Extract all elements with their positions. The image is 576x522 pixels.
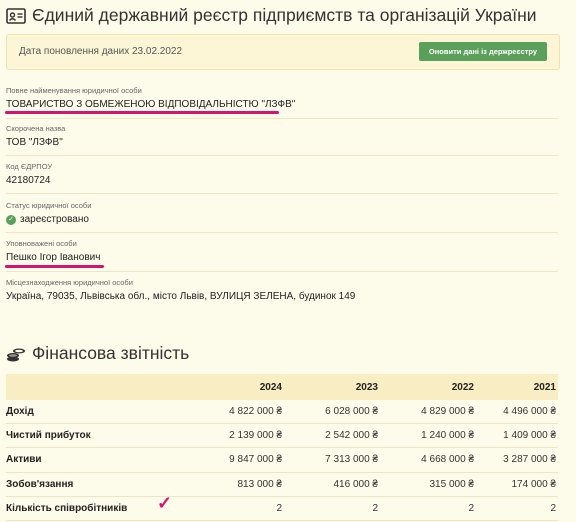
- year-header: 2024: [166, 374, 284, 400]
- field-label: Код ЄДРПОУ: [6, 162, 53, 171]
- divider: [6, 118, 558, 119]
- table-cell: 4 822 000 ₴: [166, 400, 284, 425]
- table-cell: 6 028 000 ₴: [284, 400, 380, 425]
- check-circle-icon: ✓: [6, 214, 16, 225]
- table-row: Дохід 4 822 000 ₴ 6 028 000 ₴ 4 829 000 …: [6, 400, 558, 425]
- table-cell: 416 000 ₴: [284, 472, 380, 497]
- field-label: Уповноважені особи: [6, 239, 77, 248]
- table-row: Кількість співробітників 2 2 2 2: [6, 496, 558, 521]
- table-row: Чистий прибуток 2 139 000 ₴ 2 542 000 ₴ …: [6, 423, 558, 449]
- table-cell: 9 847 000 ₴: [166, 447, 284, 473]
- table-cell: 4 496 000 ₴: [476, 400, 558, 425]
- field-status: Статус юридичної особи ✓ зареєстровано: [6, 201, 558, 225]
- header-empty: [6, 374, 166, 400]
- table-row: Зобов'язання 813 000 ₴ 416 000 ₴ 315 000…: [6, 472, 558, 497]
- edrpou-value: 42180724: [6, 175, 51, 186]
- divider: [6, 155, 558, 156]
- year-header: 2022: [380, 374, 476, 400]
- annotation-underline: [5, 111, 279, 114]
- id-card-icon: [6, 7, 26, 25]
- table-row: Активи 9 847 000 ₴ 7 313 000 ₴ 4 668 000…: [6, 447, 558, 473]
- row-label: Дохід: [6, 400, 166, 425]
- row-label: Активи: [6, 447, 166, 473]
- field-authorized-persons: Уповноважені особи Пешко Ігор Іванович: [6, 239, 558, 263]
- table-cell: 7 313 000 ₴: [284, 447, 380, 473]
- address-value: Україна, 79035, Львівська обл., місто Ль…: [6, 291, 356, 302]
- field-label: Статус юридичної особи: [6, 201, 92, 210]
- registry-title: Єдиний державний реєстр підприємств та о…: [32, 5, 537, 25]
- field-label: Повне найменування юридичної особи: [6, 86, 142, 95]
- table-cell: 4 668 000 ₴: [380, 447, 476, 473]
- table-cell: 174 000 ₴: [476, 472, 558, 497]
- year-header: 2023: [284, 374, 380, 400]
- table-cell: 2: [166, 496, 284, 521]
- table-cell: 4 829 000 ₴: [380, 400, 476, 425]
- annotation-underline: [5, 265, 104, 268]
- update-date-text: Дата поновлення даних 23.02.2022: [19, 46, 183, 57]
- field-address: Місцезнаходження юридичної особи Україна…: [6, 278, 558, 302]
- table-cell: 2: [476, 496, 558, 521]
- field-label: Скорочена назва: [6, 124, 66, 133]
- divider: [6, 271, 558, 272]
- table-cell: 1 409 000 ₴: [476, 423, 558, 449]
- divider: [6, 193, 558, 194]
- checkmark-annotation-icon: ✓: [157, 493, 173, 513]
- table-cell: 315 000 ₴: [380, 472, 476, 497]
- year-header: 2021: [476, 374, 558, 400]
- table-cell: 2 139 000 ₴: [166, 423, 284, 449]
- status-row: ✓ зареєстровано: [6, 214, 558, 225]
- row-label: Кількість співробітників: [6, 496, 166, 521]
- financial-table: 2024 2023 2022 2021 Дохід 4 822 000 ₴ 6 …: [6, 374, 558, 521]
- status-value: зареєстровано: [20, 214, 89, 225]
- divider: [6, 232, 558, 233]
- field-edrpou: Код ЄДРПОУ 42180724: [6, 162, 558, 186]
- authorized-person-value: Пешко Ігор Іванович: [6, 252, 101, 263]
- table-cell: 3 287 000 ₴: [476, 447, 558, 473]
- table-cell: 813 000 ₴: [166, 472, 284, 497]
- row-label: Чистий прибуток: [6, 423, 166, 449]
- update-from-registry-button[interactable]: Оновити дані із держреєстру: [419, 42, 547, 61]
- registry-header: Єдиний державний реєстр підприємств та о…: [6, 5, 537, 26]
- short-name-value: ТОВ "ЛЗФВ": [6, 137, 63, 148]
- financial-title: Фінансова звітність: [32, 343, 190, 363]
- full-name-value: ТОВАРИСТВО З ОБМЕЖЕНОЮ ВІДПОВІДАЛЬНІСТЮ …: [6, 99, 296, 110]
- table-cell: 2: [284, 496, 380, 521]
- table-cell: 2 542 000 ₴: [284, 423, 380, 449]
- financial-header: Фінансова звітність: [6, 343, 189, 364]
- field-short-name: Скорочена назва ТОВ "ЛЗФВ": [6, 124, 558, 148]
- row-label: Зобов'язання: [6, 472, 166, 497]
- field-full-name: Повне найменування юридичної особи ТОВАР…: [6, 86, 558, 110]
- update-info-box: Дата поновлення даних 23.02.2022 Оновити…: [6, 34, 560, 70]
- field-label: Місцезнаходження юридичної особи: [6, 278, 133, 287]
- table-cell: 2: [380, 496, 476, 521]
- table-cell: 1 240 000 ₴: [380, 423, 476, 449]
- table-header-row: 2024 2023 2022 2021: [6, 374, 558, 400]
- coins-stack-icon: [6, 345, 26, 363]
